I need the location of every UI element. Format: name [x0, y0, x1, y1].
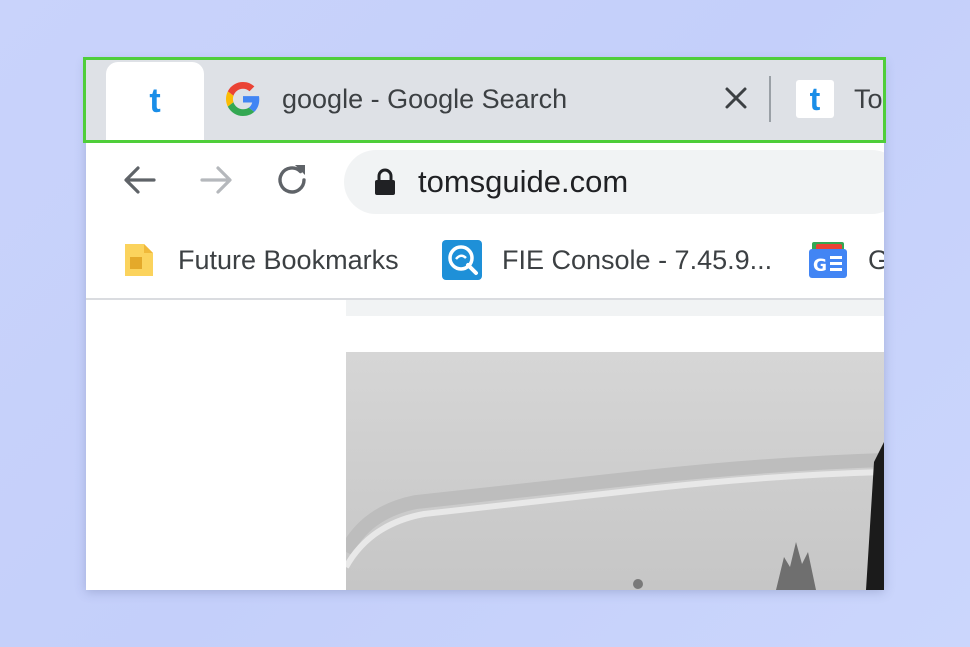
google-g-icon	[226, 82, 260, 116]
arrow-left-icon	[124, 166, 156, 194]
bookmark-future-bookmarks[interactable]: Future Bookmarks	[122, 222, 399, 298]
tab-tomsguide-2[interactable]: t To	[796, 60, 883, 138]
reload-icon	[278, 165, 306, 194]
photo-graphic	[346, 352, 884, 590]
tab-strip: t google - Google Search t To	[86, 60, 884, 140]
tomsguide-favicon-icon: t	[796, 80, 834, 118]
tab-title: google - Google Search	[282, 83, 568, 114]
browser-window: t google - Google Search t To tomsguide.…	[86, 60, 884, 590]
tab-tomsguide-active[interactable]: t	[106, 62, 204, 140]
fie-icon	[442, 240, 482, 280]
page-content	[86, 300, 884, 590]
tab-google-search[interactable]: google - Google Search	[226, 60, 766, 138]
tab-close-button[interactable]	[718, 80, 754, 116]
tomsguide-favicon-icon: t	[149, 82, 161, 120]
tab-title: To	[854, 83, 883, 114]
address-bar[interactable]: tomsguide.com	[344, 150, 884, 214]
lock-icon	[375, 168, 395, 195]
svg-text:G: G	[813, 256, 827, 276]
browser-toolbar: tomsguide.com	[86, 140, 884, 222]
content-header-strip	[346, 300, 884, 316]
bookmark-fie-console[interactable]: FIE Console - 7.45.9...	[442, 222, 772, 298]
folder-icon	[125, 244, 153, 276]
forward-button[interactable]	[194, 158, 238, 202]
arrow-right-icon	[200, 166, 232, 194]
url-text: tomsguide.com	[418, 164, 629, 199]
article-image	[346, 352, 884, 590]
google-news-icon: G	[809, 242, 847, 278]
close-icon	[725, 87, 747, 109]
bookmark-google-news[interactable]: G G	[808, 222, 884, 298]
reload-button[interactable]	[270, 158, 314, 202]
back-button[interactable]	[118, 158, 162, 202]
bookmarks-bar: Future Bookmarks FIE Console - 7.45.9...…	[86, 222, 884, 300]
tab-divider	[769, 76, 771, 122]
